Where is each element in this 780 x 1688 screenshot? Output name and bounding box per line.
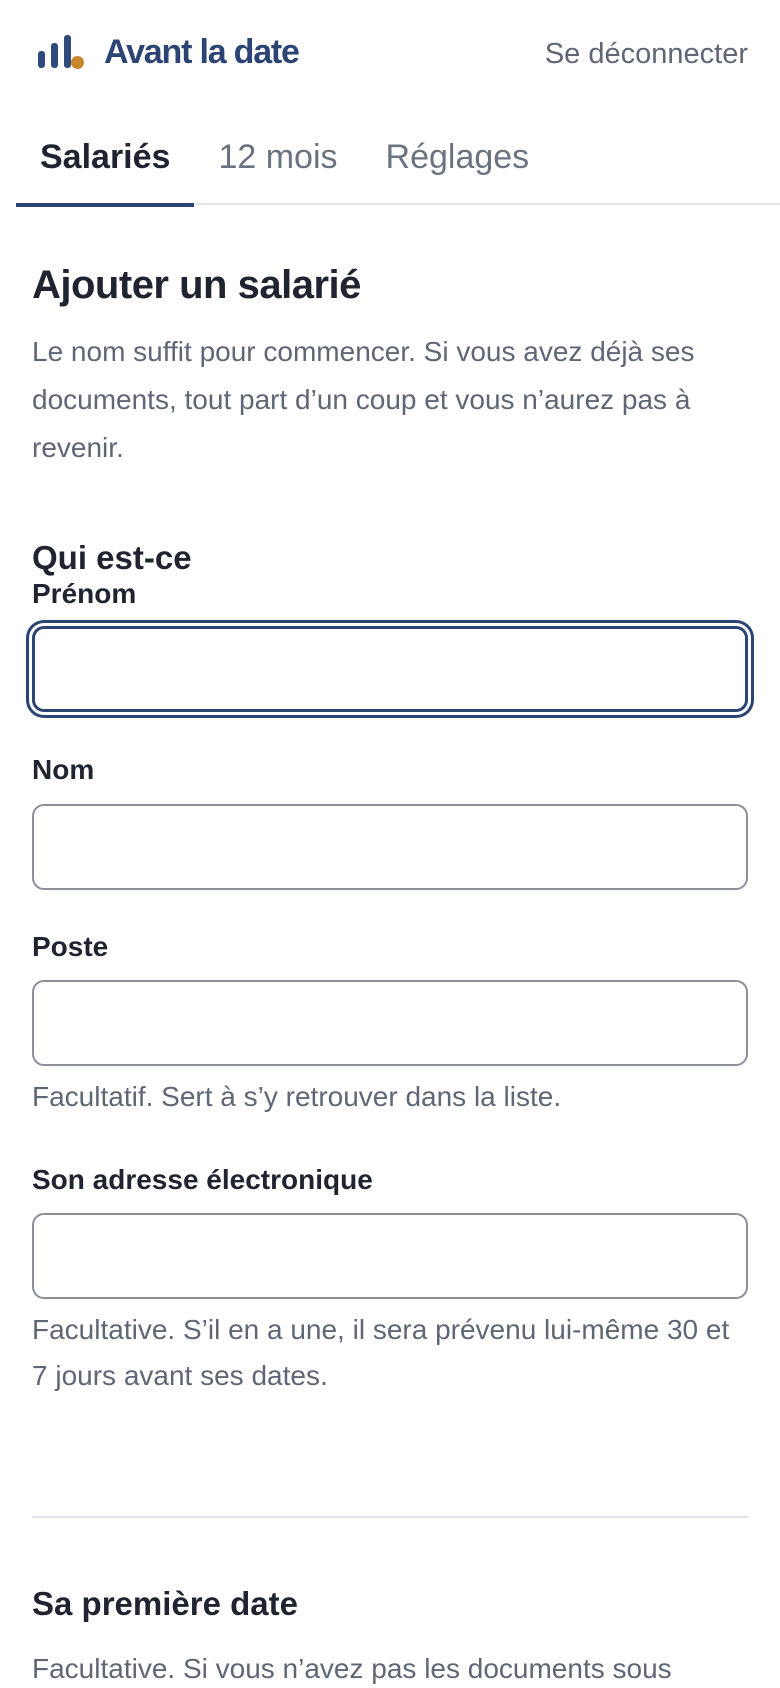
last-name-label: Nom (32, 754, 95, 785)
logout-link[interactable]: Se déconnecter (545, 38, 748, 71)
position-input[interactable] (32, 980, 748, 1066)
email-input[interactable] (32, 1213, 748, 1299)
first-date-help: Facultative. Si vous n’avez pas les docu… (32, 1653, 672, 1684)
section-divider (32, 1516, 748, 1518)
email-help: Facultative. S’il en a une, il sera prév… (32, 1314, 730, 1391)
first-name-label: Prénom (32, 578, 137, 609)
email-label: Son adresse électronique (32, 1164, 373, 1195)
brand[interactable]: Avant la date (38, 30, 300, 74)
section-title-who: Qui est-ce (32, 539, 192, 576)
intro-text: Le nom suffit pour commencer. Si vous av… (32, 336, 695, 463)
bar-chart-logo-icon (38, 34, 84, 70)
position-help: Facultatif. Sert à s’y retrouver dans la… (32, 1081, 562, 1112)
add-employee-form: Ajouter un salarié Le nom suffit pour co… (32, 256, 748, 1684)
position-label: Poste (32, 931, 109, 962)
tab-employees[interactable]: Salariés (16, 120, 195, 207)
page-title: Ajouter un salarié (32, 263, 361, 307)
brand-name: Avant la date (104, 32, 300, 71)
page: Avant la date Se déconnecter Salariés 12… (0, 0, 780, 1688)
app-header: Avant la date Se déconnecter (0, 0, 780, 100)
tab-settings[interactable]: Réglages (362, 120, 554, 205)
tab-12-months[interactable]: 12 mois (194, 120, 361, 205)
last-name-input[interactable] (32, 804, 748, 890)
first-name-input[interactable] (32, 626, 748, 712)
section-title-first-date: Sa première date (32, 1585, 298, 1622)
tab-bar: Salariés 12 mois Réglages (16, 120, 780, 207)
